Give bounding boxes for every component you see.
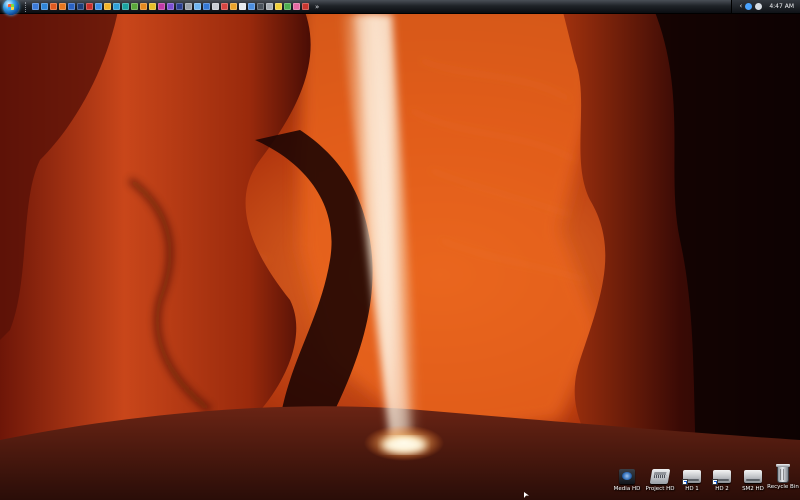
- show-hidden-icons-arrow[interactable]: ‹: [740, 3, 743, 10]
- recycle-bin-icon: [772, 464, 794, 483]
- desktop-icon-label: HD 2: [715, 486, 729, 492]
- desktop-icon-label: Media HD: [613, 486, 641, 492]
- taskbar-separator: [25, 1, 28, 12]
- app-gray-icon[interactable]: [185, 3, 192, 10]
- media-drive-icon: [616, 467, 638, 485]
- desktop-icon-hd-2[interactable]: HD 2: [705, 467, 739, 493]
- desktop-icon-label: SM2 HD: [742, 486, 764, 492]
- app-blue3-icon[interactable]: [248, 3, 255, 10]
- app-red2-icon[interactable]: [221, 3, 228, 10]
- hard-drive-icon: [742, 467, 764, 485]
- smiley-icon[interactable]: [104, 3, 111, 10]
- hard-drive-icon: [711, 467, 733, 485]
- app-pink-icon[interactable]: [293, 3, 300, 10]
- desktop-icon-label: Project HD: [645, 486, 675, 492]
- app-magenta-icon[interactable]: [158, 3, 165, 10]
- volume-icon[interactable]: [755, 3, 763, 10]
- desktop-icon-label: HD 1: [685, 486, 699, 492]
- desktop-icon-project-hd[interactable]: Project HD: [643, 467, 677, 493]
- desktop[interactable]: » ‹ 4:47 AM Media HD Project HD HD 1 HD …: [0, 0, 800, 500]
- network-icon[interactable]: [745, 3, 753, 10]
- system-tray: ‹ 4:47 AM: [730, 0, 800, 13]
- app-teal-icon[interactable]: [122, 3, 129, 10]
- desktop-icon-media-hd[interactable]: Media HD: [610, 467, 644, 493]
- photoshop-icon[interactable]: [77, 3, 84, 10]
- desktop-icon-label: Recycle Bin: [767, 484, 799, 490]
- app-yellow-icon[interactable]: [149, 3, 156, 10]
- project-drive-icon: [649, 467, 671, 485]
- app-blue2-icon[interactable]: [203, 3, 210, 10]
- app-navy-icon[interactable]: [176, 3, 183, 10]
- app-yellow2-icon[interactable]: [275, 3, 282, 10]
- desktop-icon-hd-1[interactable]: HD 1: [675, 467, 709, 493]
- app-red-icon[interactable]: [86, 3, 93, 10]
- app-silver-icon[interactable]: [212, 3, 219, 10]
- app-amber-icon[interactable]: [230, 3, 237, 10]
- start-button[interactable]: [3, 0, 19, 15]
- ie-icon[interactable]: [41, 3, 48, 10]
- show-desktop-icon[interactable]: [32, 3, 39, 10]
- desktop-icon-sm2-hd[interactable]: SM2 HD: [736, 467, 770, 493]
- app-green2-icon[interactable]: [284, 3, 291, 10]
- taskbar-clock[interactable]: 4:47 AM: [769, 3, 794, 10]
- shortcut-arrow-icon: [712, 479, 718, 485]
- app-purple-icon[interactable]: [167, 3, 174, 10]
- app-white-icon[interactable]: [239, 3, 246, 10]
- app-green-icon[interactable]: [131, 3, 138, 10]
- taskbar: » ‹ 4:47 AM: [0, 0, 800, 15]
- globe-icon[interactable]: [113, 3, 120, 10]
- quick-launch-toolbar: [32, 3, 309, 10]
- quick-launch-overflow-chevron[interactable]: »: [315, 3, 319, 11]
- desktop-wallpaper: [0, 0, 800, 500]
- hard-drive-icon: [681, 467, 703, 485]
- app-gray2-icon[interactable]: [266, 3, 273, 10]
- app-red3-icon[interactable]: [302, 3, 309, 10]
- shortcut-arrow-icon: [682, 479, 688, 485]
- app-lightblue-icon[interactable]: [194, 3, 201, 10]
- app-dark-icon[interactable]: [257, 3, 264, 10]
- app-orange-icon[interactable]: [140, 3, 147, 10]
- app-blue-icon[interactable]: [95, 3, 102, 10]
- desktop-icon-recycle-bin[interactable]: Recycle Bin: [766, 464, 800, 491]
- media-player-icon[interactable]: [50, 3, 57, 10]
- firefox-icon[interactable]: [59, 3, 66, 10]
- outlook-icon[interactable]: [68, 3, 75, 10]
